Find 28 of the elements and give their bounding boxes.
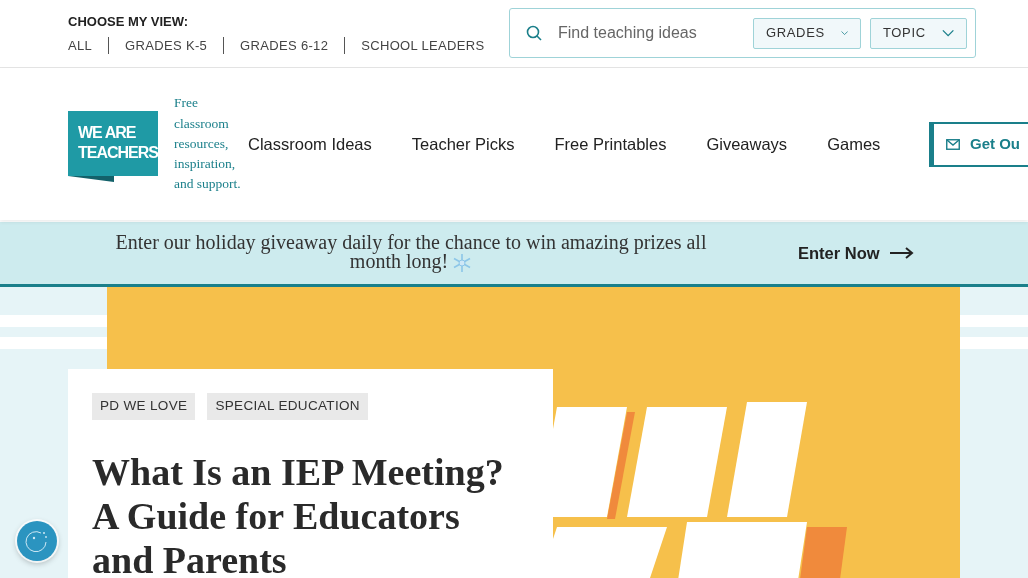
- cookie-settings-button[interactable]: [17, 521, 57, 561]
- nav-link[interactable]: Teacher Picks: [411, 131, 515, 157]
- cookie-icon: [24, 528, 50, 554]
- view-chooser-label: CHOOSE MY VIEW:: [68, 13, 190, 31]
- search-icon: [526, 25, 542, 41]
- search-field[interactable]: Find teaching ideas: [558, 21, 748, 45]
- view-option-link[interactable]: ALL: [68, 36, 109, 54]
- nav-link[interactable]: Classroom Ideas: [248, 131, 372, 157]
- article-title: What Is an IEP Meeting? A Guide for Educators and Parents: [92, 450, 505, 578]
- arrow-right-icon: [889, 247, 914, 259]
- newsletter-button[interactable]: Get Ou: [929, 122, 1028, 167]
- envelope-icon: [946, 139, 960, 150]
- chevron-down-icon: [840, 29, 848, 37]
- chevron-down-icon: [941, 29, 954, 37]
- category-tag[interactable]: PD WE LOVE: [92, 393, 196, 420]
- view-option-link[interactable]: GRADES 6-12: [223, 36, 345, 54]
- nav-link[interactable]: Free Printables: [554, 131, 667, 157]
- nav-link[interactable]: Games: [827, 131, 881, 157]
- filter-dropdown[interactable]: GRADES: [753, 17, 861, 49]
- category-tag[interactable]: SPECIAL EDUCATION: [207, 393, 368, 420]
- view-option-link[interactable]: GRADES K-5: [108, 36, 224, 54]
- enter-now-link[interactable]: Enter Now: [798, 240, 914, 266]
- promo-text: Enter our holiday giveaway daily for the chance to win amazing prizes all month long!: [114, 232, 708, 274]
- logo-tagline: Free classroom resources, inspiration, and support.: [174, 94, 242, 194]
- view-option-link[interactable]: SCHOOL LEADERS: [344, 36, 501, 54]
- filter-dropdown[interactable]: TOPIC: [870, 17, 967, 49]
- snowflake-icon: [452, 253, 473, 274]
- nav-link[interactable]: Giveaways: [706, 131, 788, 157]
